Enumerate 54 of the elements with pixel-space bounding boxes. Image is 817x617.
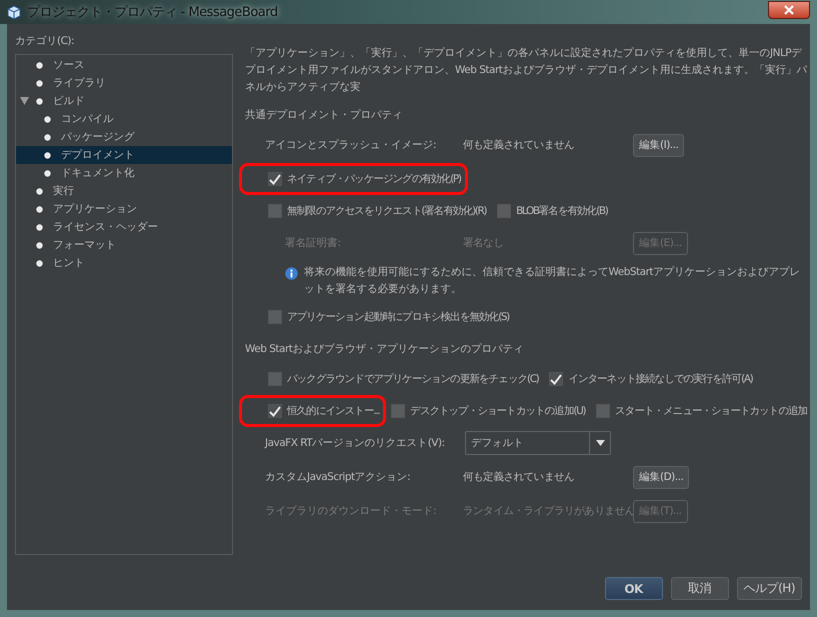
field-label: JavaFX RTバージョンのリクエスト(V): <box>265 436 446 450</box>
checkbox-option[interactable]: ネイティブ・パッケージングの有効化(P) <box>239 163 468 195</box>
tree-item[interactable]: アプリケーション <box>16 200 232 218</box>
field-label: アイコンとスプラッシュ・イメージ: <box>265 138 438 152</box>
checkbox-option[interactable]: アプリケーション起動時にプロキシ検出を無効化(S) <box>259 303 515 331</box>
bullet-icon <box>44 116 51 122</box>
cube-icon <box>7 4 21 20</box>
bullet-icon <box>36 242 43 248</box>
bullet-icon <box>44 134 51 140</box>
bullet-icon <box>36 206 43 212</box>
category-label: カテゴリ(C): <box>15 34 76 49</box>
bullet-icon <box>36 224 43 230</box>
tree-item[interactable]: ヒント <box>16 254 232 272</box>
section-heading: 共通デプロイメント・プロパティ <box>245 108 404 123</box>
dialog-button[interactable]: 取消 <box>670 577 729 600</box>
tree-item[interactable]: デプロイメント <box>16 146 232 164</box>
field-label: ライブラリのダウンロード・モード: <box>265 504 438 518</box>
checkmark-icon <box>269 174 281 184</box>
field-value: 何も定義されていません <box>463 470 576 484</box>
close-button[interactable] <box>768 1 810 19</box>
tree-item[interactable]: 実行 <box>16 182 232 200</box>
tree-item[interactable]: ソース <box>16 56 232 74</box>
tree-item[interactable]: ライセンス・ヘッダー <box>16 218 232 236</box>
version-dropdown[interactable]: デフォルト <box>465 431 611 455</box>
field-label: 署名証明書: <box>284 236 342 250</box>
tree-item[interactable]: ライブラリ <box>16 74 232 92</box>
field-label: カスタムJavaScriptアクション: <box>265 470 412 484</box>
bullet-icon <box>36 62 43 68</box>
info-text: 将来の機能を使用可能にするために、信頼できる証明書によってWebStartアプリケーションおよびアプレットを署名する必要があります。 <box>304 265 802 297</box>
close-icon <box>783 5 795 15</box>
info-icon <box>285 267 298 280</box>
checkbox-option[interactable]: 恒久的にインストー... <box>239 395 386 427</box>
field-value: 署名なし <box>463 236 504 250</box>
bullet-icon <box>36 188 43 194</box>
tree-item[interactable]: フォーマット <box>16 236 232 254</box>
bullet-icon <box>36 260 43 266</box>
edit-button[interactable]: 編集(I)... <box>633 134 684 156</box>
checkmark-icon <box>269 406 281 416</box>
dialog-button[interactable]: OK <box>604 577 663 600</box>
field-value: 何も定義されていません <box>463 138 576 152</box>
bullet-icon <box>44 152 51 158</box>
tree-item[interactable]: ビルド <box>16 92 232 110</box>
tree-item[interactable]: コンパイル <box>16 110 232 128</box>
dropdown-arrow-icon <box>596 440 604 446</box>
bullet-icon <box>44 170 51 176</box>
bullet-icon <box>36 80 43 86</box>
checkmark-icon <box>550 374 562 384</box>
tree-item[interactable]: パッケージング <box>16 128 232 146</box>
dialog-button[interactable]: ヘルプ(H) <box>736 577 802 600</box>
tree-item[interactable]: ドキュメント化 <box>16 164 232 182</box>
description-text: 「アプリケーション」、「実行」、「デプロイメント」の各パネルに設定されたプロパティを使用して、単一のJNLPデプロイメント用ファイルがスタンドアロン、Web Startおよびブラウザ・デプロイメント用に生成されます。「実行」パネルからアクティブな実 <box>245 46 808 95</box>
section-heading: Web Startおよびブラウザ・アプリケーションのプロパティ <box>245 342 524 357</box>
edit-button[interactable]: 編集(D)... <box>633 466 690 488</box>
bullet-icon <box>36 98 43 104</box>
